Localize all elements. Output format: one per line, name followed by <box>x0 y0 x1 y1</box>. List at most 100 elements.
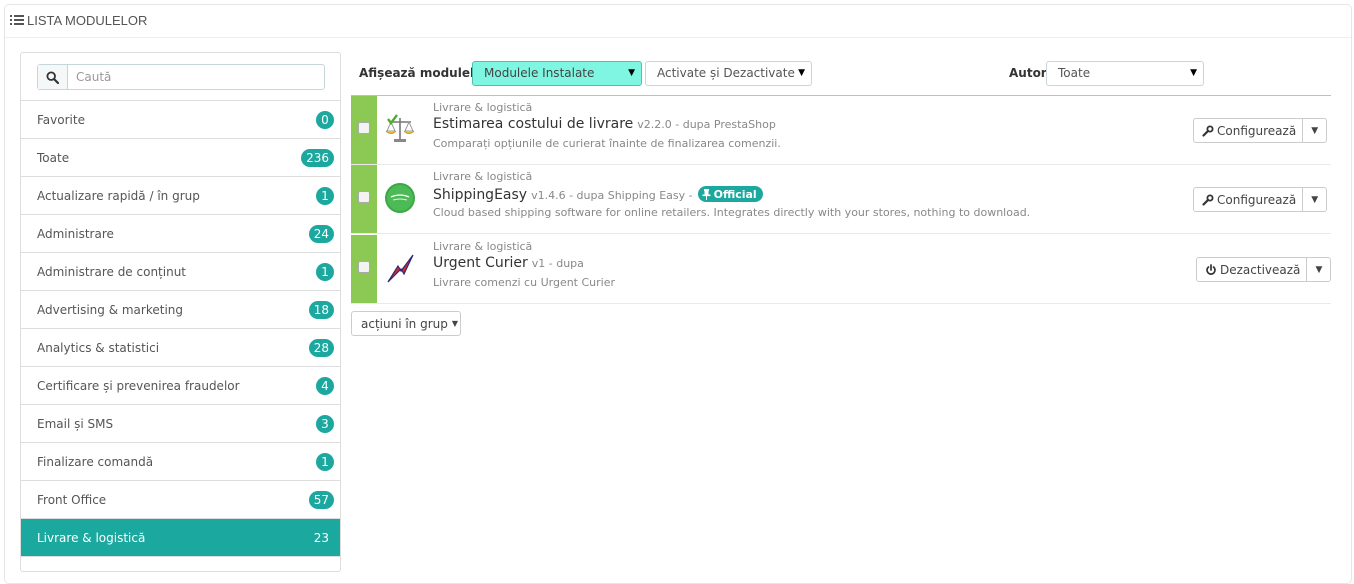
caret-down-icon: ▼ <box>451 319 459 328</box>
action-dropdown-toggle[interactable]: ▼ <box>1302 188 1326 211</box>
sidebar-category-label: Actualizare rapidă / în grup <box>37 188 200 203</box>
sidebar-category-label: Livrare & logistică <box>37 530 146 545</box>
module-row: Livrare & logistică Urgent Curier v1 - d… <box>351 235 1332 304</box>
status-filter-value: Activate și Dezactivate <box>657 66 795 80</box>
sidebar-category-item[interactable]: Advertising & marketing 18 <box>21 291 340 329</box>
chevron-down-icon: ▼ <box>798 68 805 78</box>
module-name: ShippingEasy <box>433 186 528 203</box>
action-dropdown-toggle[interactable]: ▼ <box>1302 119 1326 142</box>
module-action-group: Dezactivează ▼ <box>1196 257 1332 282</box>
module-action-group: Configurează ▼ <box>1193 187 1328 212</box>
divider <box>5 37 1351 38</box>
installed-filter-select[interactable]: Modulele Instalate ▼ <box>472 61 642 86</box>
category-count-badge: 236 <box>301 148 334 167</box>
module-action-group: Configurează ▼ <box>1193 118 1328 143</box>
module-title: ShippingEasy v1.4.6 - dupa Shipping Easy… <box>433 185 763 203</box>
search-button[interactable] <box>38 65 68 89</box>
category-count-badge: 3 <box>316 414 334 433</box>
module-description: Livrare comenzi cu Urgent Curier <box>433 276 616 289</box>
configure-button-label: Configurează <box>1217 123 1297 138</box>
sidebar-category-item[interactable]: Livrare & logistică 23 <box>21 519 340 557</box>
category-count-badge: 1 <box>316 262 334 281</box>
author-label: Autor <box>1009 66 1047 80</box>
category-count-badge: 4 <box>316 376 334 395</box>
category-sidebar: Favorite 0 Toate 236 Actualizare rapidă / în… <box>20 52 341 572</box>
module-description: Cloud based shipping software for online… <box>433 206 1031 219</box>
category-count-badge: 1 <box>316 452 334 471</box>
caret-down-icon: ▼ <box>1315 264 1323 275</box>
sidebar-category-label: Administrare <box>37 226 114 241</box>
wrench-icon <box>1202 125 1214 137</box>
module-row: Livrare & logistică Estimarea costului d… <box>351 96 1331 165</box>
sidebar-category-label: Email și SMS <box>37 416 114 431</box>
module-category: Livrare & logistică <box>433 101 533 114</box>
module-version: v2.2.0 - dupa PrestaShop <box>637 118 776 131</box>
author-filter-select[interactable]: Toate ▼ <box>1046 61 1204 86</box>
module-version: v1 - dupa <box>531 257 584 270</box>
sidebar-category-label: Certificare și prevenirea fraudelor <box>37 378 240 393</box>
installed-filter-value: Modulele Instalate <box>484 66 595 80</box>
module-name: Urgent Curier <box>433 255 528 271</box>
configure-button[interactable]: Configurează <box>1194 119 1302 142</box>
sidebar-category-item[interactable]: Certificare și prevenirea fraudelor 4 <box>21 367 340 405</box>
sidebar-category-item[interactable]: Administrare 24 <box>21 215 340 253</box>
sidebar-category-label: Front Office <box>37 492 107 507</box>
configure-button[interactable]: Configurează <box>1194 188 1302 211</box>
category-count-badge: 57 <box>308 490 334 509</box>
category-count-badge: 0 <box>316 110 334 129</box>
disable-button[interactable]: Dezactivează <box>1197 258 1306 281</box>
panel-title: LISTA MODULELOR <box>27 13 148 28</box>
search-area <box>21 53 340 101</box>
category-count-badge: 1 <box>316 186 334 205</box>
sidebar-category-label: Advertising & marketing <box>37 302 184 317</box>
search-input[interactable] <box>68 65 324 89</box>
official-badge: Official <box>697 186 763 202</box>
official-badge-label: Official <box>713 187 757 201</box>
sidebar-category-item[interactable]: Finalizare comandă 1 <box>21 443 340 481</box>
module-checkbox[interactable] <box>358 261 370 273</box>
sidebar-category-item[interactable]: Front Office 57 <box>21 481 340 519</box>
pin-icon <box>702 188 711 200</box>
category-count-badge: 23 <box>313 530 329 545</box>
sidebar-category-item[interactable]: Analytics & statistici 28 <box>21 329 340 367</box>
module-checkbox[interactable] <box>358 122 370 134</box>
chevron-down-icon: ▼ <box>1190 68 1197 78</box>
module-category: Livrare & logistică <box>433 170 533 183</box>
configure-button-label: Configurează <box>1217 192 1297 207</box>
power-icon <box>1206 263 1216 275</box>
sidebar-category-item[interactable]: Actualizare rapidă / în grup 1 <box>21 177 340 215</box>
sidebar-category-label: Analytics & statistici <box>37 340 160 355</box>
module-description: Comparați opțiunile de curierat înainte … <box>433 137 781 150</box>
sidebar-category-item[interactable]: Email și SMS 3 <box>21 405 340 443</box>
caret-down-icon: ▼ <box>1311 125 1319 136</box>
caret-down-icon: ▼ <box>1311 194 1319 205</box>
chevron-down-icon: ▼ <box>628 68 635 78</box>
wrench-icon <box>1202 194 1214 206</box>
list-icon <box>10 15 24 26</box>
action-dropdown-toggle[interactable]: ▼ <box>1306 258 1330 281</box>
scale-icon <box>385 114 415 142</box>
search-icon <box>46 70 59 84</box>
module-checkbox[interactable] <box>358 191 370 203</box>
author-filter-value: Toate <box>1058 66 1091 80</box>
module-row: Livrare & logistică ShippingEasy v1.4.6 … <box>351 165 1331 234</box>
category-count-badge: 28 <box>308 338 334 357</box>
bulk-actions-label: acțiuni în grup <box>361 316 448 331</box>
module-title: Estimarea costului de livrare v2.2.0 - d… <box>433 116 776 132</box>
module-category: Livrare & logistică <box>433 240 533 253</box>
sidebar-category-label: Toate <box>37 150 70 165</box>
lightning-bolt-icon <box>387 254 414 283</box>
sidebar-category-item[interactable]: Favorite 0 <box>21 101 340 139</box>
category-count-badge: 24 <box>308 224 334 243</box>
category-count-badge: 18 <box>308 300 334 319</box>
bulk-actions-button[interactable]: acțiuni în grup ▼ <box>351 311 461 336</box>
show-modules-label: Afișează modulele <box>359 66 483 80</box>
status-filter-select[interactable]: Activate și Dezactivate ▼ <box>645 61 812 86</box>
sidebar-category-item[interactable]: Toate 236 <box>21 139 340 177</box>
shippingeasy-logo-icon <box>385 183 415 213</box>
module-name: Estimarea costului de livrare <box>433 116 634 132</box>
sidebar-category-item[interactable]: Administrare de conținut 1 <box>21 253 340 291</box>
module-version: v1.4.6 - dupa Shipping Easy - <box>531 188 693 202</box>
category-list: Favorite 0 Toate 236 Actualizare rapidă / în… <box>21 101 340 557</box>
sidebar-category-label: Administrare de conținut <box>37 264 187 279</box>
